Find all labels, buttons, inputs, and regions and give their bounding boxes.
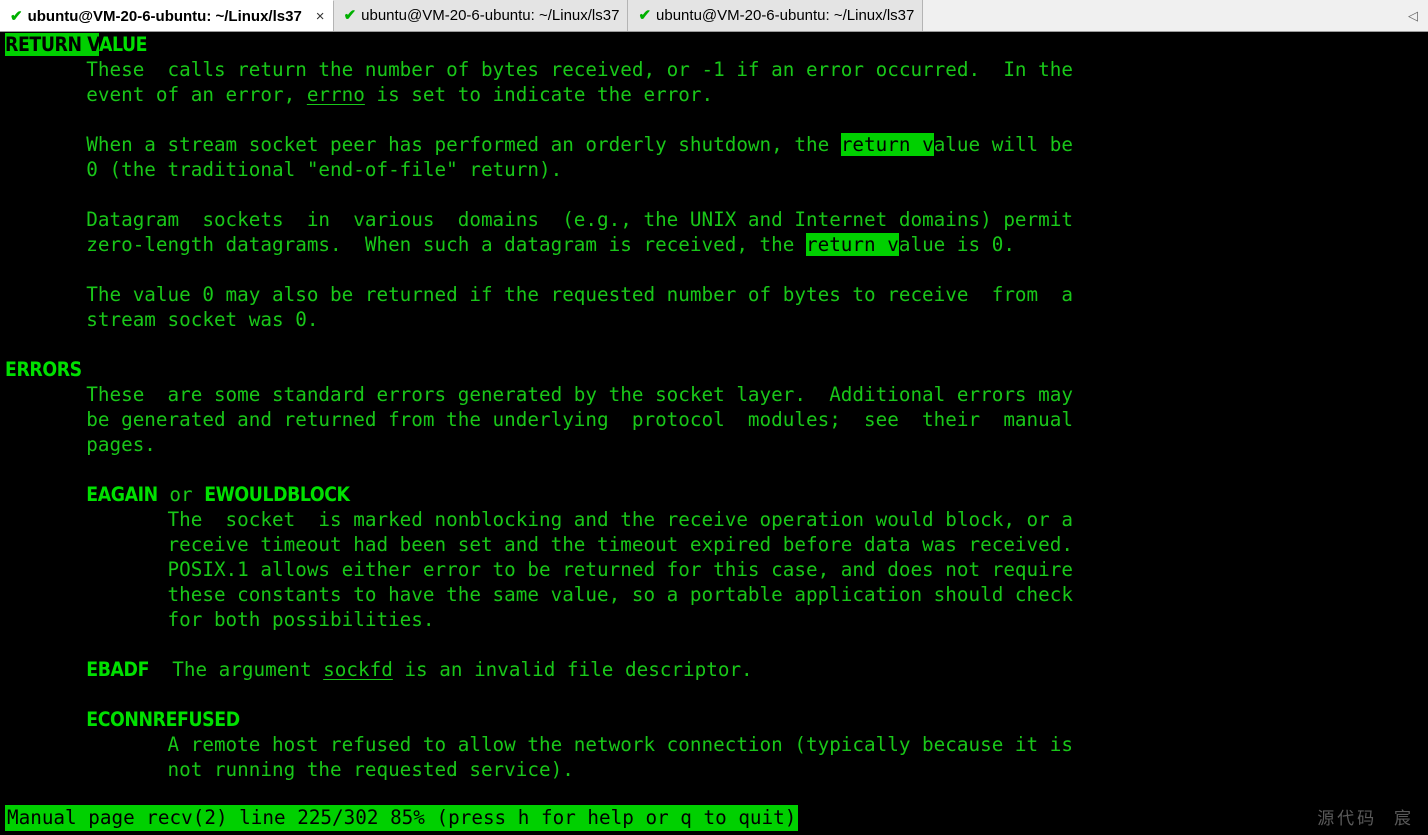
underlined-term: sockfd xyxy=(323,658,393,681)
man-status-bar: Manual page recv(2) line 225/302 85% (pr… xyxy=(5,805,799,831)
terminal-line: not running the requested service). xyxy=(5,757,574,782)
terminal-text: pages. xyxy=(5,433,156,456)
terminal-text: Datagram sockets in various domains (e.g… xyxy=(5,208,1073,231)
tab-title: ubuntu@VM-20-6-ubuntu: ~/Linux/ls37 xyxy=(27,7,302,25)
close-icon[interactable]: × xyxy=(316,9,325,24)
terminal-tab-0[interactable]: ✔ ubuntu@VM-20-6-ubuntu: ~/Linux/ls37 × xyxy=(0,0,334,31)
terminal-line: event of an error, errno is set to indic… xyxy=(5,82,713,107)
underlined-term: errno xyxy=(306,83,365,106)
terminal-line: EBADF The argument sockfd is an invalid … xyxy=(5,657,753,682)
terminal-line: be generated and returned from the under… xyxy=(5,407,1073,432)
terminal-tab-bar: ✔ ubuntu@VM-20-6-ubuntu: ~/Linux/ls37 × ✔ ub… xyxy=(0,0,1428,32)
terminal-text: is set to indicate the error. xyxy=(364,83,714,106)
terminal-text: stream socket was 0. xyxy=(5,308,319,331)
bold-heading: ECONNREFUSED xyxy=(86,708,240,731)
terminal-text: these constants to have the same value, … xyxy=(5,583,1073,606)
bold-heading: EBADF xyxy=(86,658,150,681)
terminal-text: be generated and returned from the under… xyxy=(5,408,1073,431)
bold-heading: EWOULDBLOCK xyxy=(204,483,350,506)
terminal-text: alue will be xyxy=(933,133,1073,156)
terminal-line: A remote host refused to allow the netwo… xyxy=(5,732,1073,757)
terminal-text: These are some standard errors generated… xyxy=(5,383,1073,406)
terminal-line: ERRORS xyxy=(5,357,82,382)
terminal-text: not running the requested service). xyxy=(5,758,574,781)
terminal-line: receive timeout had been set and the tim… xyxy=(5,532,1073,557)
tab-bar-empty-space xyxy=(923,0,1398,31)
terminal-line: When a stream socket peer has performed … xyxy=(5,132,1073,157)
terminal-text: receive timeout had been set and the tim… xyxy=(5,533,1073,556)
tab-title: ubuntu@VM-20-6-ubuntu: ~/Linux/ls37 xyxy=(361,7,620,24)
terminal-line: Datagram sockets in various domains (e.g… xyxy=(5,207,1073,232)
terminal-line: 0 (the traditional "end-of-file" return)… xyxy=(5,157,562,182)
terminal-line: for both possibilities. xyxy=(5,607,435,632)
tab-title: ubuntu@VM-20-6-ubuntu: ~/Linux/ls37 xyxy=(656,7,915,24)
terminal-text: The socket is marked nonblocking and the… xyxy=(5,508,1073,531)
terminal-tab-1[interactable]: ✔ ubuntu@VM-20-6-ubuntu: ~/Linux/ls37 xyxy=(333,0,629,31)
terminal-text: alue is 0. xyxy=(898,233,1015,256)
terminal-text: or xyxy=(157,483,205,506)
search-highlight: RETURN V xyxy=(5,33,99,56)
terminal-line: stream socket was 0. xyxy=(5,307,318,332)
terminal-text: A remote host refused to allow the netwo… xyxy=(5,733,1073,756)
terminal-line: these constants to have the same value, … xyxy=(5,582,1073,607)
bold-heading: ALUE xyxy=(98,33,148,56)
terminal-line: The socket is marked nonblocking and the… xyxy=(5,507,1073,532)
terminal-text: When a stream socket peer has performed … xyxy=(5,133,841,156)
terminal-text: 0 (the traditional "end-of-file" return)… xyxy=(5,158,563,181)
terminal-text: The argument xyxy=(149,658,324,681)
watermark-text: 源代码 宸 xyxy=(1317,809,1414,829)
terminal-line: These calls return the number of bytes r… xyxy=(5,57,1073,82)
terminal-line: zero-length datagrams. When such a datag… xyxy=(5,232,1015,257)
check-icon: ✔ xyxy=(10,7,23,25)
bold-heading: ERRORS xyxy=(5,358,82,381)
terminal-text: The value 0 may also be returned if the … xyxy=(5,283,1073,306)
terminal-line: The value 0 may also be returned if the … xyxy=(5,282,1073,307)
terminal-line: ECONNREFUSED xyxy=(5,707,240,732)
bold-heading: EAGAIN xyxy=(86,483,158,506)
terminal-line: RETURN VALUE xyxy=(5,32,148,57)
terminal-tab-2[interactable]: ✔ ubuntu@VM-20-6-ubuntu: ~/Linux/ls37 xyxy=(628,0,924,31)
terminal-text: event of an error, xyxy=(5,83,307,106)
terminal-text: is an invalid file descriptor. xyxy=(392,658,753,681)
check-icon: ✔ xyxy=(638,7,652,24)
terminal-line: POSIX.1 allows either error to be return… xyxy=(5,557,1073,582)
terminal-text: zero-length datagrams. When such a datag… xyxy=(5,233,806,256)
terminal-text: POSIX.1 allows either error to be return… xyxy=(5,558,1073,581)
search-highlight: return v xyxy=(805,233,899,256)
terminal-text: for both possibilities. xyxy=(5,608,435,631)
search-highlight: return v xyxy=(840,133,934,156)
check-icon: ✔ xyxy=(343,7,357,24)
terminal-text: These calls return the number of bytes r… xyxy=(5,58,1073,81)
terminal-line: pages. xyxy=(5,432,156,457)
terminal-line: These are some standard errors generated… xyxy=(5,382,1073,407)
chevron-left-icon[interactable]: ◁ xyxy=(1398,0,1428,31)
terminal-screen[interactable]: RETURN VALUE These calls return the numb… xyxy=(0,32,1428,835)
terminal-line: EAGAIN or EWOULDBLOCK xyxy=(5,482,350,507)
